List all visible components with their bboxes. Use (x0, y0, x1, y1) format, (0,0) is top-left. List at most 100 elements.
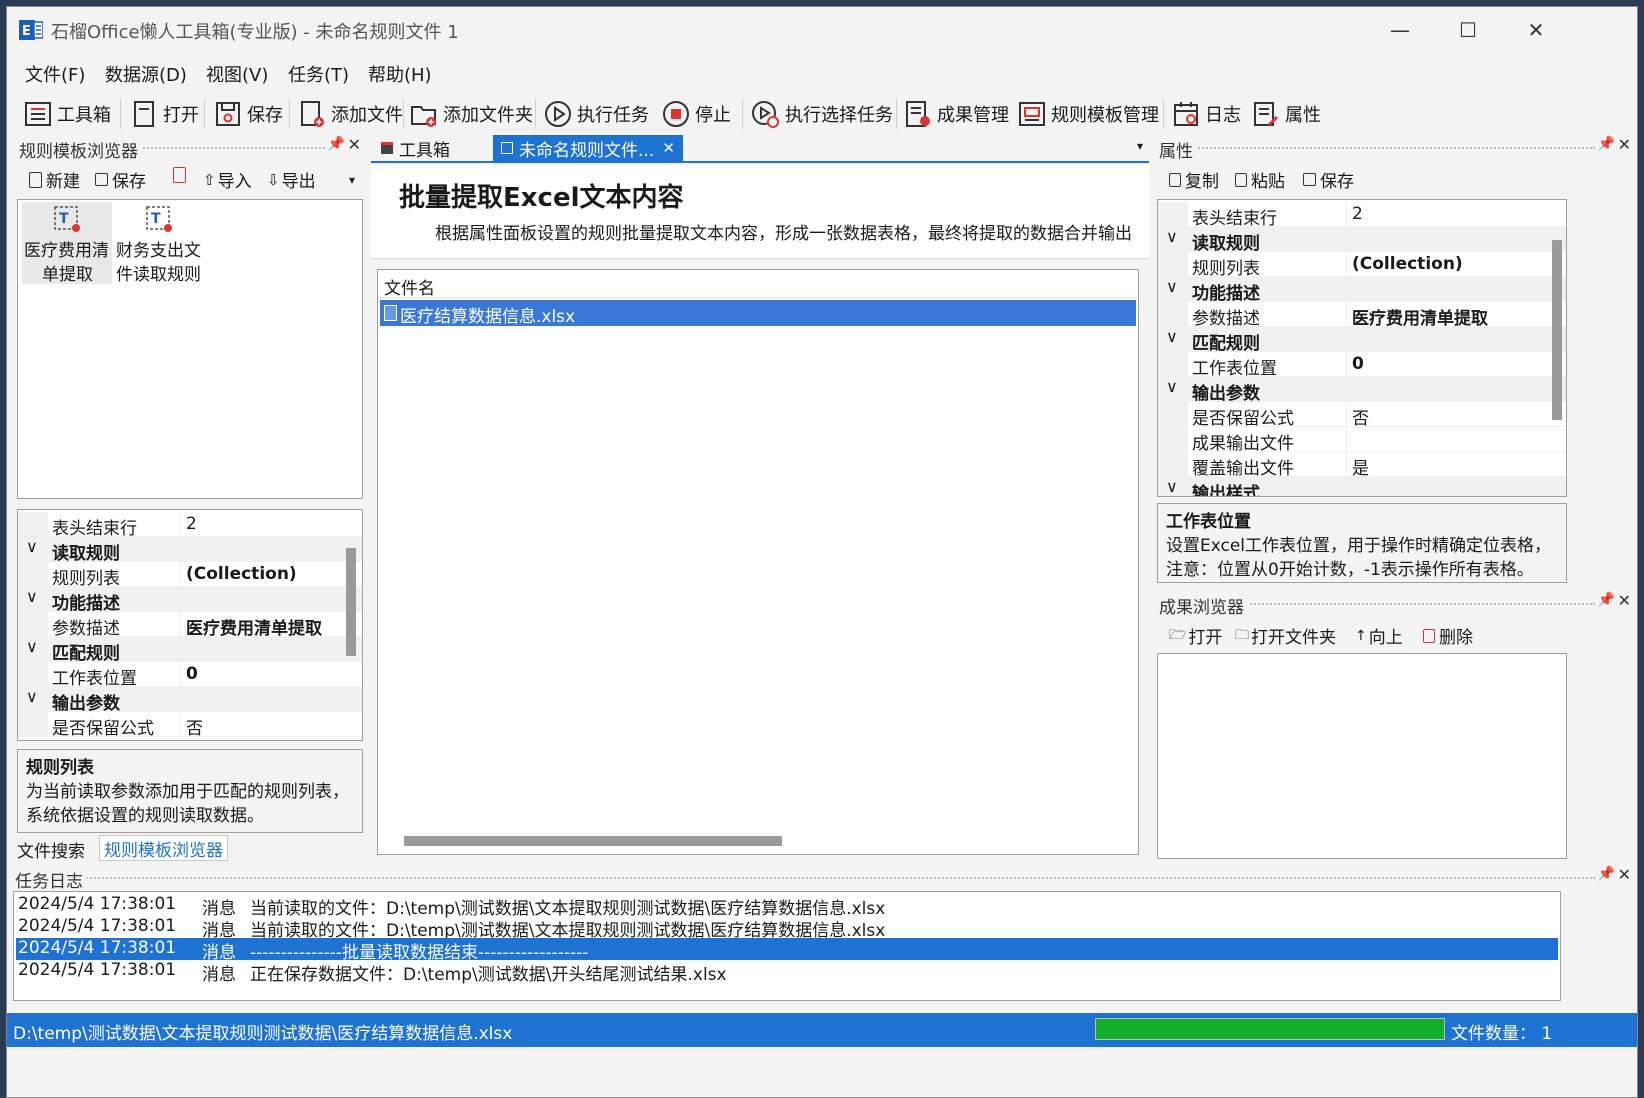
panel-header: 属性 📌 ✕ (1155, 135, 1635, 162)
run-task-button[interactable]: 执行任务 (543, 97, 649, 131)
run-selected-task-button[interactable]: 执行选择任务 (751, 97, 893, 131)
paste-icon (1235, 172, 1247, 187)
category-func-desc[interactable]: ∨ 功能描述 (18, 587, 362, 614)
log-row-selected[interactable]: 2024/5/4 17:38:01 消息 ---------------批量读取… (16, 938, 1558, 963)
log-row[interactable]: 2024/5/4 17:38:01 消息 当前读取的文件：D:\temp\测试数… (16, 916, 1558, 941)
overflow-chevron-icon[interactable]: ▾ (349, 173, 355, 187)
menu-datasource[interactable]: 数据源(D) (105, 61, 187, 87)
file-count: 文件数量： 1 (1451, 1024, 1553, 1044)
vertical-scrollbar[interactable] (1552, 240, 1562, 420)
properties-button[interactable]: 属性 (1251, 97, 1321, 131)
stop-button[interactable]: 停止 (661, 97, 731, 131)
prop-param-desc[interactable]: 参数描述 医疗费用清单提取 (18, 612, 362, 639)
add-file-button[interactable]: 添加文件 (297, 97, 403, 131)
log-row[interactable]: 2024/5/4 17:38:01 消息 正在保存数据文件：D:\temp\测试… (16, 960, 1558, 985)
results-list (1157, 653, 1567, 859)
template-item-finance[interactable]: T 财务支出文 件读取规则 (114, 202, 204, 285)
category-read-rules[interactable]: ∨ 读取规则 (18, 537, 362, 564)
menu-task[interactable]: 任务(T) (288, 61, 349, 87)
category-read-rules[interactable]: ∨ 读取规则 (1158, 227, 1566, 254)
close-icon[interactable]: ✕ (1618, 591, 1631, 610)
chevron-down-icon: ∨ (26, 587, 38, 606)
template-manage-button[interactable]: 规则模板管理 (1017, 97, 1159, 131)
new-file-icon (29, 171, 42, 188)
open-button[interactable]: 打开 (129, 97, 199, 131)
file-row[interactable]: 医疗结算数据信息.xlsx (380, 300, 1136, 327)
open-folder-button[interactable]: 🗀 打开文件夹 (1235, 623, 1336, 649)
prop-keep-formula[interactable]: 是否保留公式否 (18, 712, 362, 739)
prop-rule-list[interactable]: 规则列表 (Collection) (1158, 252, 1566, 279)
import-button[interactable]: ⇧ 导入 (203, 167, 252, 193)
task-header: 批量提取Excel文本内容 根据属性面板设置的规则批量提取文本内容，形成一张数据… (371, 165, 1149, 259)
menu-view[interactable]: 视图(V) (206, 61, 268, 87)
close-icon[interactable]: ✕ (1618, 135, 1631, 154)
close-button[interactable]: ✕ (1513, 15, 1559, 45)
horizontal-scrollbar[interactable] (404, 836, 782, 846)
prop-rule-list[interactable]: 规则列表 (Collection) (18, 562, 362, 589)
category-match-rules[interactable]: ∨ 匹配规则 (18, 637, 362, 664)
up-button[interactable]: ↑ 向上 (1355, 623, 1403, 649)
category-output-style[interactable]: ∨ 输出样式 (1158, 477, 1566, 496)
delete-result-button[interactable]: 删除 (1423, 623, 1473, 648)
results-manage-button[interactable]: 成果管理 (903, 97, 1009, 131)
panel-header: 规则模板浏览器 📌 ✕ (15, 135, 365, 162)
text-rule-icon: T (146, 206, 172, 232)
add-folder-button[interactable]: 添加文件夹 (409, 97, 533, 131)
toolbox-button[interactable]: 工具箱 (23, 97, 111, 131)
prop-sheet-position[interactable]: 工作表位置 0 (1158, 352, 1566, 379)
maximize-button[interactable]: ☐ (1445, 15, 1491, 45)
vertical-scrollbar[interactable] (346, 548, 356, 656)
prop-param-desc[interactable]: 参数描述 医疗费用清单提取 (1158, 302, 1566, 329)
new-template-button[interactable]: 新建 (29, 167, 80, 192)
pin-icon[interactable]: 📌 (1598, 866, 1615, 882)
category-match-rules[interactable]: ∨ 匹配规则 (1158, 327, 1566, 354)
prop-header-end-row[interactable]: 表头结束行 2 (18, 512, 362, 539)
pin-icon[interactable]: 📌 (328, 136, 345, 152)
export-icon: ⇩ (267, 170, 280, 189)
tab-file-search[interactable]: 文件搜索 (17, 837, 85, 862)
prop-header-end-row[interactable]: 表头结束行 2 (1158, 202, 1566, 229)
copy-button[interactable]: 复制 (1169, 167, 1219, 192)
toolbar-separator (742, 99, 743, 129)
pin-icon[interactable]: 📌 (1598, 592, 1615, 608)
prop-keep-formula[interactable]: 是否保留公式否 (1158, 402, 1566, 429)
template-list: T 医疗费用清 单提取 T 财务支出文 件读取规则 (17, 199, 363, 499)
menu-file[interactable]: 文件(F) (25, 61, 85, 87)
save-properties-button[interactable]: 保存 (1303, 167, 1354, 192)
save-button[interactable]: 保存 (213, 97, 283, 131)
log-row[interactable]: 2024/5/4 17:38:01 消息 当前读取的文件：D:\temp\测试数… (16, 894, 1558, 919)
pin-icon[interactable]: 📌 (1598, 136, 1615, 152)
tab-list-chevron-icon[interactable]: ▾ (1137, 139, 1143, 153)
property-description: 规则列表 为当前读取参数添加用于匹配的规则列表， 系统依据设置的规则读取数据。 (17, 749, 363, 833)
close-icon[interactable]: ✕ (1618, 865, 1631, 884)
template-item-medical[interactable]: T 医疗费用清 单提取 (22, 202, 112, 285)
panel-title: 任务日志 (15, 867, 87, 892)
toolbar-separator (1163, 99, 1164, 129)
tab-rule-file[interactable]: 未命名规则文件... ✕ (493, 135, 683, 161)
tab-template-browser[interactable]: 规则模板浏览器 (99, 835, 228, 861)
toolbar-separator (204, 99, 205, 129)
paste-button[interactable]: 粘贴 (1235, 167, 1285, 192)
log-button[interactable]: 日志 (1171, 97, 1241, 131)
prop-overwrite-output[interactable]: 覆盖输出文件是 (1158, 452, 1566, 479)
close-icon[interactable]: ✕ (348, 135, 361, 154)
file-list-header[interactable]: 文件名 (378, 270, 1138, 299)
tab-toolbox[interactable]: 工具箱 (373, 135, 458, 161)
chevron-down-icon: ∨ (26, 687, 38, 706)
toolbox-icon (381, 142, 393, 154)
prop-result-output-file[interactable]: 成果输出文件 (1158, 427, 1566, 454)
minimize-button[interactable]: — (1377, 15, 1423, 45)
save-template-button[interactable]: 保存 (95, 167, 146, 192)
category-func-desc[interactable]: ∨ 功能描述 (1158, 277, 1566, 304)
close-icon[interactable]: ✕ (662, 139, 675, 157)
rule-file-icon (501, 142, 513, 154)
app-logo-icon: E (19, 20, 43, 40)
export-button[interactable]: ⇩ 导出 (267, 167, 316, 193)
open-result-button[interactable]: 🗁 打开 (1169, 623, 1222, 649)
category-output-params[interactable]: ∨ 输出参数 (1158, 377, 1566, 404)
prop-sheet-position[interactable]: 工作表位置 0 (18, 662, 362, 689)
menu-help[interactable]: 帮助(H) (368, 61, 432, 87)
app-window: E 石榴Office懒人工具箱(专业版) - 未命名规则文件 1 — ☐ ✕ 文… (6, 6, 1638, 1098)
category-output-params[interactable]: ∨ 输出参数 (18, 687, 362, 714)
delete-template-button[interactable] (173, 167, 188, 183)
